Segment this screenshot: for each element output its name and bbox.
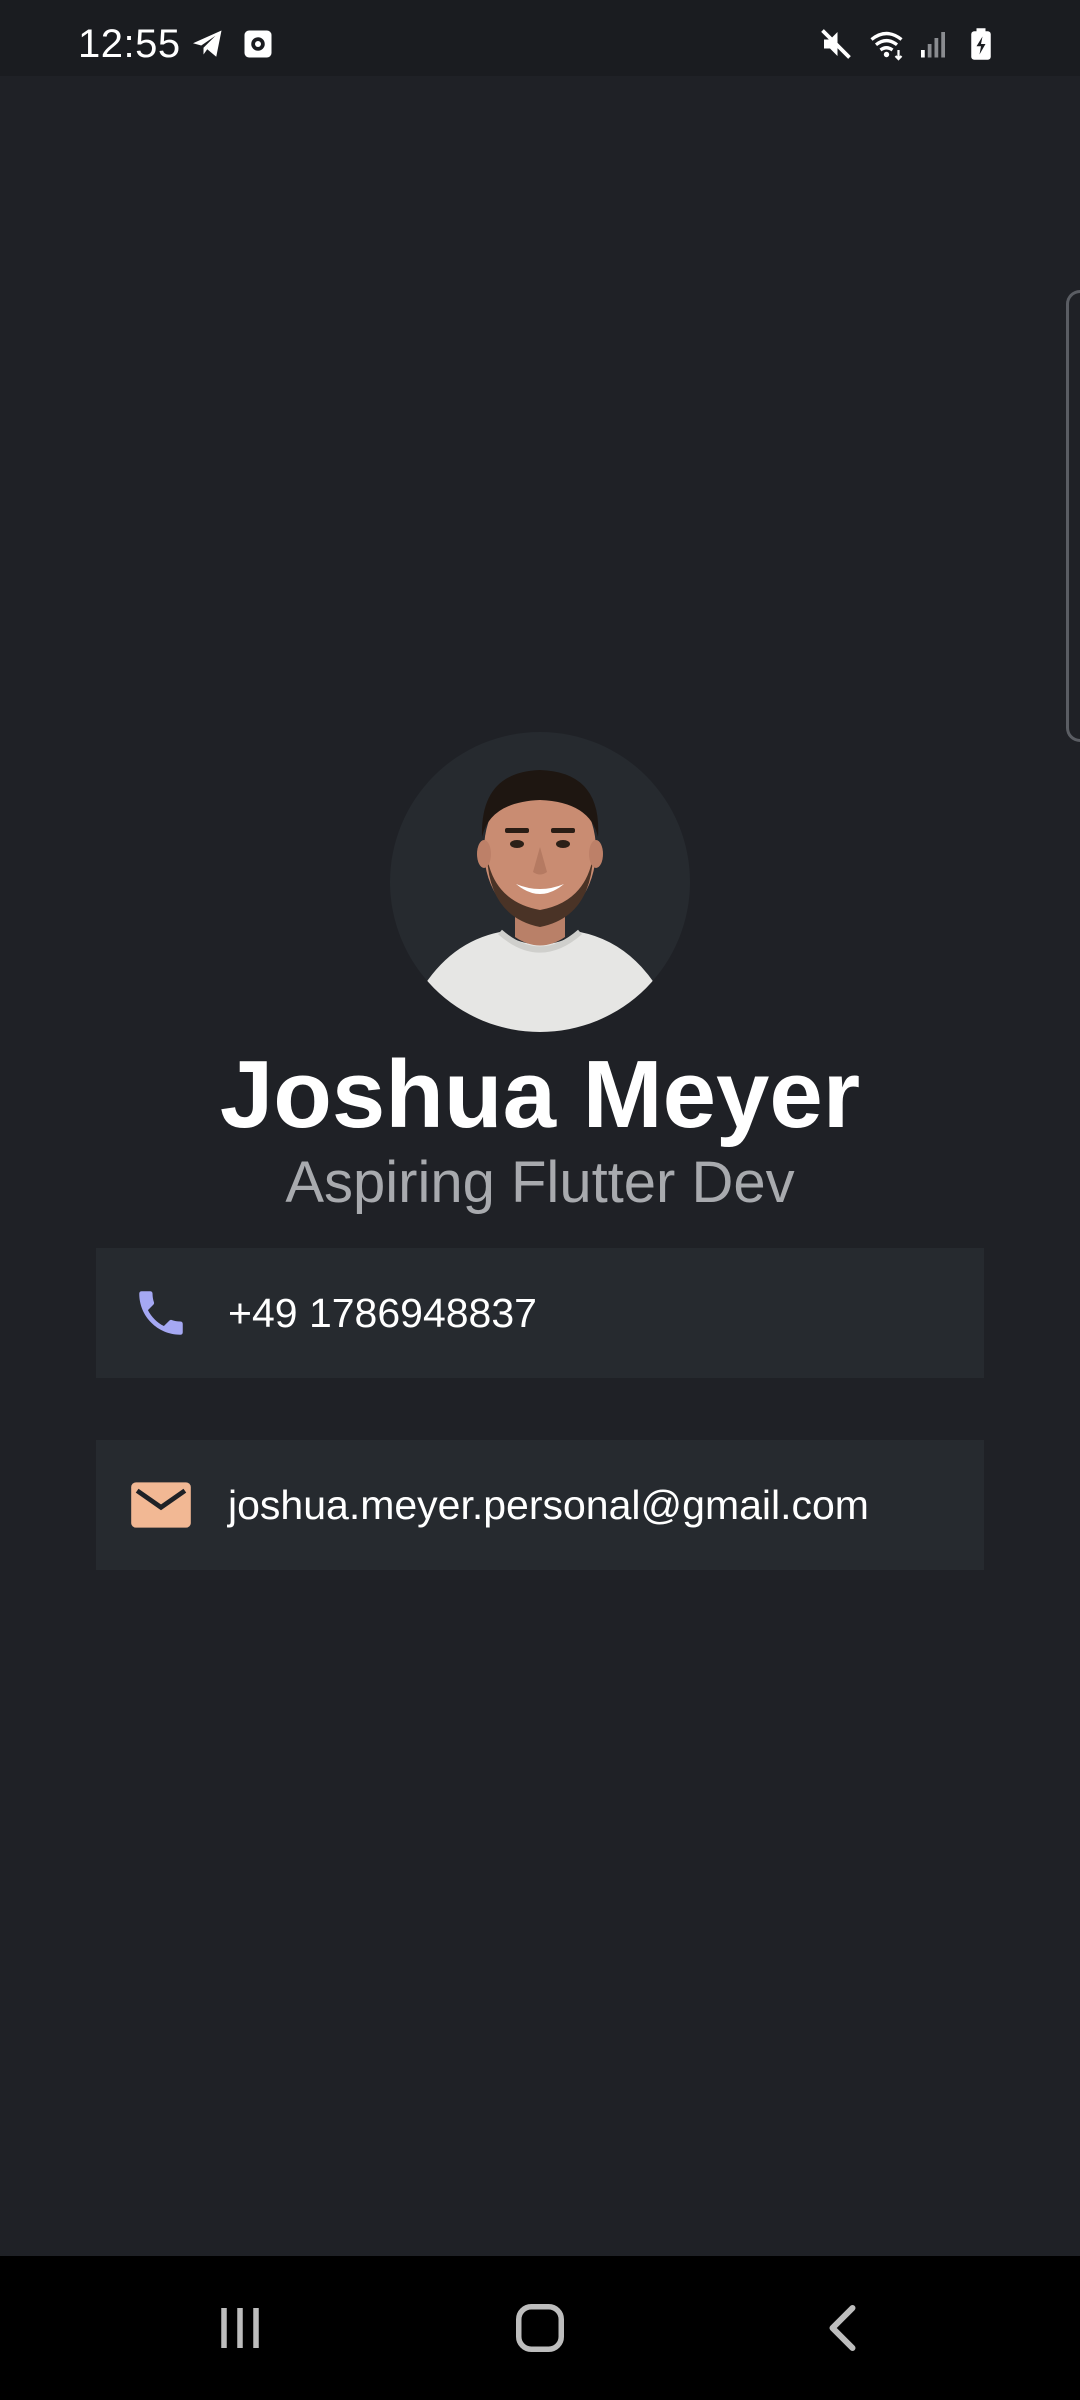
signal-icon xyxy=(918,26,954,62)
recent-apps-icon xyxy=(221,2308,259,2348)
mute-icon xyxy=(818,26,854,62)
mail-icon xyxy=(130,1474,192,1536)
back-button[interactable] xyxy=(805,2292,885,2364)
phone-number: +49 1786948837 xyxy=(228,1289,537,1336)
screenshot-icon xyxy=(240,26,276,62)
phone-card[interactable]: +49 1786948837 xyxy=(96,1248,984,1378)
status-right-icons xyxy=(818,26,1004,62)
edge-panel-handle[interactable] xyxy=(1066,290,1080,742)
recent-apps-button[interactable] xyxy=(200,2292,280,2364)
battery-charging-icon xyxy=(968,26,1004,62)
back-icon xyxy=(829,2305,856,2351)
profile-photo xyxy=(420,770,660,1032)
avatar xyxy=(390,732,690,1032)
profile-name: Joshua Meyer xyxy=(219,1041,861,1148)
status-left-icons xyxy=(190,26,276,62)
home-icon xyxy=(516,2304,564,2352)
telegram-icon xyxy=(190,26,226,62)
email-card[interactable]: joshua.meyer.personal@gmail.com xyxy=(96,1440,984,1570)
phone-icon xyxy=(130,1282,192,1344)
profile-subtitle: Aspiring Flutter Dev xyxy=(285,1150,795,1215)
contact-card-screen: 12:55 Joshua Meyer Aspiring Flutter Dev … xyxy=(0,0,1080,2400)
status-bar: 12:55 xyxy=(0,0,1080,76)
navigation-bar xyxy=(0,2256,1080,2400)
home-button[interactable] xyxy=(500,2292,580,2364)
wifi-icon xyxy=(868,26,904,62)
status-time: 12:55 xyxy=(78,22,181,66)
email-address: joshua.meyer.personal@gmail.com xyxy=(228,1481,869,1528)
